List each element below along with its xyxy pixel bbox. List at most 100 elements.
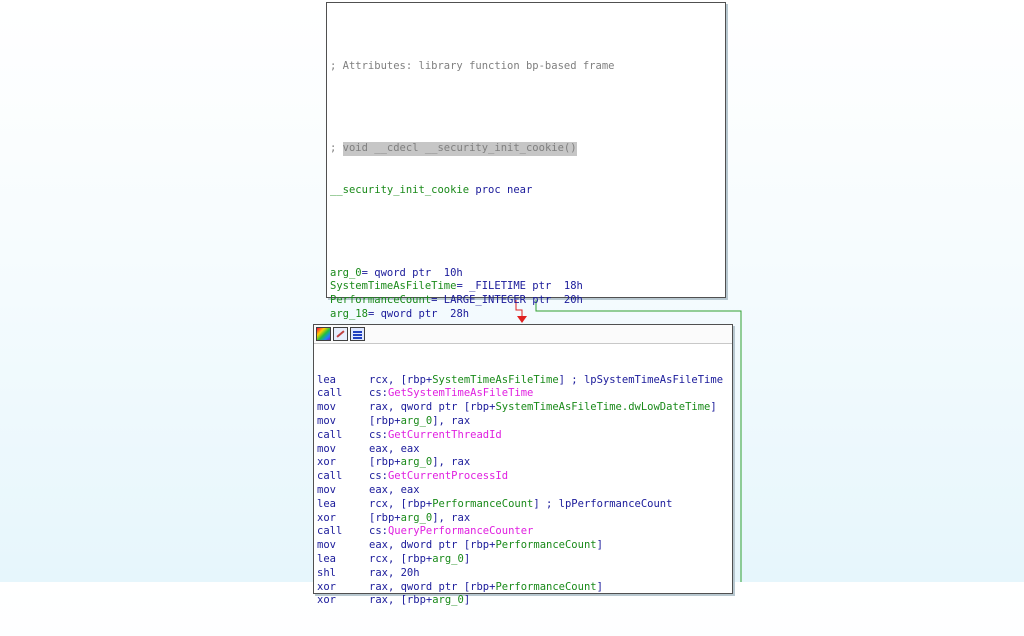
instruction-row[interactable]: lea rcx, [rbp+PerformanceCount] ; lpPerfo… (317, 498, 723, 512)
block2-lines: lea rcx, [rbp+SystemTimeAsFileTime] ; lpS… (317, 346, 723, 636)
instruction-row[interactable]: lea rcx, [rbp+arg_0] (317, 553, 723, 567)
operand-text: rcx, [rbp+ (369, 552, 433, 565)
proc-suffix: proc near (469, 183, 533, 196)
operand-text: ], rax (432, 511, 471, 524)
operand-text: ] (463, 552, 471, 565)
function-prologue-block[interactable]: ; Attributes: library function bp-based … (326, 2, 726, 513)
instruction-row[interactable]: mov eax, eax (317, 443, 723, 457)
instruction-row[interactable]: call cs:QueryPerformanceCounter (317, 525, 723, 539)
block-titlebar (314, 325, 732, 344)
stack-var-row: SystemTimeAsFileTime = _FILETIME ptr 18h (330, 280, 717, 294)
operand-text: cs: (369, 525, 388, 538)
prototype-semicolon: ; (330, 142, 343, 155)
instruction-operands: rax, [rbp+arg_0] (369, 594, 470, 608)
instruction-operands: rax, qword ptr [rbp+PerformanceCount] (369, 581, 603, 595)
color-palette-icon[interactable] (316, 327, 331, 341)
instruction-row[interactable]: call cs:GetCurrentThreadId (317, 429, 723, 443)
stack-var-row: arg_0 = qword ptr 10h (330, 267, 717, 281)
instruction-operands: rcx, [rbp+PerformanceCount] ; lpPerforma… (369, 498, 672, 512)
import-name[interactable]: GetCurrentProcessId (388, 470, 508, 482)
instruction-mnemonic: xor (317, 580, 336, 593)
operand-text: ] (463, 594, 471, 607)
import-name[interactable]: GetCurrentThreadId (388, 429, 502, 441)
operand-text: ] (710, 401, 717, 414)
operand-text: [rbp+ (369, 456, 401, 469)
operand-text: ] ; lpSystemTimeAsFileTime (558, 373, 724, 386)
instruction-operands: cs:GetCurrentThreadId (369, 429, 502, 443)
stack-var-type: = _FILETIME ptr 18h (456, 280, 583, 293)
instruction-row[interactable]: xor [rbp+arg_0], rax (317, 456, 723, 470)
cookie-generation-block[interactable]: lea rcx, [rbp+SystemTimeAsFileTime] ; lpS… (313, 324, 733, 606)
operand-text: ] (596, 580, 603, 593)
stack-var-row: PerformanceCount = LARGE_INTEGER ptr 20h (330, 294, 717, 308)
import-name[interactable]: GetSystemTimeAsFileTime (388, 387, 533, 399)
instruction-operands: cs:GetCurrentProcessId (369, 470, 508, 484)
instruction-row[interactable]: mov [rbp+arg_0], rax (317, 415, 723, 429)
prototype-comment[interactable]: void __cdecl __security_init_cookie() (342, 142, 577, 157)
instruction-mnemonic: call (317, 470, 343, 483)
variable-name[interactable]: arg_0 (401, 512, 433, 524)
variable-name[interactable]: arg_0 (432, 594, 464, 606)
variable-name[interactable]: arg_0 (401, 456, 433, 468)
edit-pencil-icon[interactable] (333, 327, 348, 341)
instruction-operands: [rbp+arg_0], rax (369, 415, 470, 429)
operand-text: ], rax (432, 414, 471, 427)
instruction-row[interactable]: mov eax, eax (317, 484, 723, 498)
instruction-row[interactable]: xor rax, [rbp+arg_0] (317, 594, 723, 608)
operand-text: ] (596, 539, 603, 552)
instruction-operands: rax, 20h (369, 567, 420, 581)
instruction-operands: eax, dword ptr [rbp+PerformanceCount] (369, 539, 603, 553)
instruction-operands: cs:QueryPerformanceCounter (369, 525, 533, 539)
instruction-operands: cs:GetSystemTimeAsFileTime (369, 387, 533, 401)
instruction-row[interactable]: call cs:GetSystemTimeAsFileTime (317, 387, 723, 401)
block2-instructions: lea rcx, [rbp+SystemTimeAsFileTime] ; lpS… (317, 374, 723, 609)
operand-text: eax, eax (369, 483, 420, 496)
stack-var-name[interactable]: arg_0 (330, 267, 362, 281)
instruction-operands: eax, eax (369, 443, 420, 457)
instruction-mnemonic: lea (317, 552, 336, 565)
instruction-operands: eax, eax (369, 484, 420, 498)
stack-var-name[interactable]: arg_18 (330, 308, 368, 322)
proc-name[interactable]: __security_init_cookie (330, 184, 469, 198)
variable-name[interactable]: SystemTimeAsFileTime.dwLowDateTime (495, 401, 710, 413)
stack-var-type: = qword ptr 28h (367, 307, 470, 320)
variable-name[interactable]: arg_0 (432, 553, 464, 565)
instruction-mnemonic: xor (317, 456, 336, 469)
instruction-mnemonic: lea (317, 373, 336, 386)
instruction-mnemonic: xor (317, 511, 336, 524)
instruction-row[interactable]: xor rax, qword ptr [rbp+PerformanceCount] (317, 581, 723, 595)
variable-name[interactable]: PerformanceCount (495, 539, 596, 551)
instruction-operands: rcx, [rbp+arg_0] (369, 553, 470, 567)
instruction-row[interactable]: xor [rbp+arg_0], rax (317, 512, 723, 526)
operand-text: rax, qword ptr [rbp+ (369, 401, 496, 414)
instruction-mnemonic: mov (317, 442, 336, 455)
instruction-row[interactable]: lea rcx, [rbp+SystemTimeAsFileTime] ; lpS… (317, 374, 723, 388)
stack-var-name[interactable]: SystemTimeAsFileTime (330, 280, 456, 294)
operand-text: rax, [rbp+ (369, 594, 433, 607)
variable-name[interactable]: SystemTimeAsFileTime (432, 374, 558, 386)
stack-var-row: arg_18 = qword ptr 28h (330, 308, 717, 322)
instruction-mnemonic: xor (317, 594, 336, 607)
stack-var-name[interactable]: PerformanceCount (330, 294, 431, 308)
instruction-row[interactable]: shl rax, 20h (317, 567, 723, 581)
instruction-row[interactable]: mov eax, dword ptr [rbp+PerformanceCount] (317, 539, 723, 553)
operand-text: eax, dword ptr [rbp+ (369, 539, 496, 552)
import-name[interactable]: QueryPerformanceCounter (388, 525, 533, 537)
stack-vars: arg_0 = qword ptr 10h SystemTimeAsFileTime… (330, 267, 717, 322)
operand-text: cs: (369, 470, 388, 483)
graph-overview-icon[interactable] (350, 327, 365, 341)
variable-name[interactable]: PerformanceCount (495, 581, 596, 593)
stack-var-type: = qword ptr 10h (361, 266, 463, 279)
instruction-row[interactable]: mov rax, qword ptr [rbp+SystemTimeAsFileT… (317, 401, 723, 415)
variable-name[interactable]: PerformanceCount (432, 498, 533, 510)
instruction-operands: rcx, [rbp+SystemTimeAsFileTime] ; lpSyst… (369, 374, 723, 388)
attributes-comment: ; Attributes: library function bp-based … (330, 59, 615, 72)
variable-name[interactable]: arg_0 (401, 415, 433, 427)
instruction-row[interactable]: call cs:GetCurrentProcessId (317, 470, 723, 484)
operand-text: rcx, [rbp+ (369, 497, 433, 510)
operand-text: rax, 20h (369, 566, 420, 579)
operand-text: ], rax (432, 456, 471, 469)
operand-text: cs: (369, 428, 388, 441)
operand-text: [rbp+ (369, 511, 401, 524)
instruction-mnemonic: mov (317, 401, 336, 414)
